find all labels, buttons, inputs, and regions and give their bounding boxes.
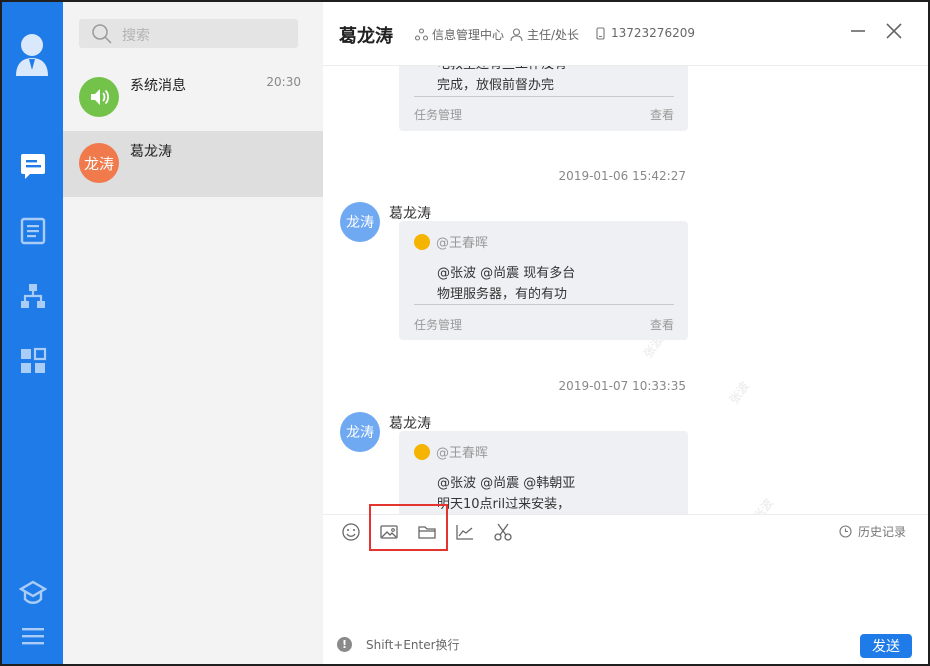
department: 信息管理中心 [415,26,504,43]
avatar: 龙涛 [79,143,119,183]
emoji-icon[interactable] [341,522,361,542]
message-timestamp: 2019-01-07 10:33:35 [558,379,686,393]
hint-text: Shift+Enter换行 [366,638,460,652]
phone-icon [596,26,605,40]
org-chart-icon[interactable] [19,282,47,310]
clock-icon [839,525,852,538]
divider [414,96,674,97]
message-text: @张波 @尚震 现有多台 物理服务器，有的有功 [437,263,575,305]
department-text: 信息管理中心 [432,28,505,42]
scissors-icon[interactable] [493,522,513,542]
conversation-item-gelongtao[interactable]: 龙涛 葛龙涛 [63,131,323,197]
conversation-item-system[interactable]: 系统消息 20:30 [63,65,323,131]
task-card[interactable]: @王春晖 @张波 @尚震 @韩朝亚 明天10点ril过来安装， [399,431,688,514]
sender-name: 葛龙涛 [389,206,431,222]
documents-icon[interactable] [19,217,47,245]
speaker-icon [79,77,119,117]
position-text: 主任/处长 [527,28,580,42]
person-icon [510,28,523,41]
apps-icon[interactable] [19,347,47,375]
watermark: 张波 [750,495,777,514]
card-source: 任务管理 [414,108,463,122]
chat-header: 葛龙涛 信息管理中心 主任/处长 13723276209 [323,2,928,66]
conversation-list: 搜索 系统消息 20:30 龙涛 葛龙涛 [63,2,323,664]
history-label: 历史记录 [857,525,906,539]
conversation-name: 系统消息 [130,78,186,94]
chat-panel: 葛龙涛 信息管理中心 主任/处长 13723276209 张波 张波 张波 完成… [323,2,928,664]
avatar: 龙涛 [340,202,380,242]
close-icon[interactable] [883,20,905,42]
message-timestamp: 2019-01-06 15:42:27 [558,169,686,183]
message-list: 张波 张波 张波 张波 电教室还有些工作没有 完成，放假前督办完 任务管理 查看… [323,66,928,514]
mention: @王春晖 [414,442,488,461]
avatar: 龙涛 [340,412,380,452]
mention: @王春晖 [414,232,488,251]
menu-icon[interactable] [19,622,47,650]
search-input[interactable]: 搜索 [79,19,298,48]
card-source: 任务管理 [414,318,463,332]
phone-text: 13723276209 [611,26,695,40]
conversation-time: 20:30 [266,75,301,89]
task-card[interactable]: 电教室还有些工作没有 完成，放假前督办完 任务管理 查看 [399,66,688,131]
message-line: 明天10点ril过来安装， [437,497,571,512]
message-text: 电教室还有些工作没有 完成，放假前督办完 [437,66,567,96]
chat-icon[interactable] [19,152,47,180]
message-line: 完成，放假前督办完 [437,78,555,93]
phone: 13723276209 [594,26,695,40]
watermark: 张波 [726,378,753,407]
message-line: 物理服务器，有的有功 [437,287,568,302]
user-avatar-icon[interactable] [14,32,50,78]
message-input[interactable]: ! Shift+Enter换行 发送 [323,548,928,664]
search-placeholder: 搜索 [122,28,150,44]
view-link[interactable]: 查看 [650,316,674,333]
info-icon: ! [337,637,352,652]
search-icon [92,24,112,44]
message-line: @张波 @尚震 @韩朝亚 [437,476,576,491]
chat-title: 葛龙涛 [339,26,393,47]
task-card[interactable]: @王春晖 @张波 @尚震 现有多台 物理服务器，有的有功 任务管理 查看 [399,221,688,340]
mention-text: @王春晖 [436,446,489,461]
message-text: @张波 @尚震 @韩朝亚 明天10点ril过来安装， [437,473,575,514]
history-button[interactable]: 历史记录 [839,523,906,540]
mention-text: @王春晖 [436,236,489,251]
message-line: @张波 @尚震 现有多台 [437,266,576,281]
app-window: 搜索 系统消息 20:30 龙涛 葛龙涛 葛龙涛 信息管理中心 主任/处长 13… [2,2,928,664]
learning-icon[interactable] [19,579,47,607]
task-badge-icon [414,443,430,460]
chart-icon[interactable] [455,522,475,542]
position: 主任/处长 [510,26,579,43]
view-link[interactable]: 查看 [650,106,674,123]
highlight-box [369,504,448,551]
minimize-icon[interactable] [847,20,869,42]
task-badge-icon [414,233,430,250]
message-line: 电教室还有些工作没有 [437,66,567,75]
send-button[interactable]: 发送 [860,634,912,658]
nav-rail [2,2,63,664]
org-icon [415,28,428,41]
sender-name: 葛龙涛 [389,416,431,432]
divider [414,304,674,305]
input-hint: ! Shift+Enter换行 [337,636,460,653]
conversation-name: 葛龙涛 [130,144,172,160]
